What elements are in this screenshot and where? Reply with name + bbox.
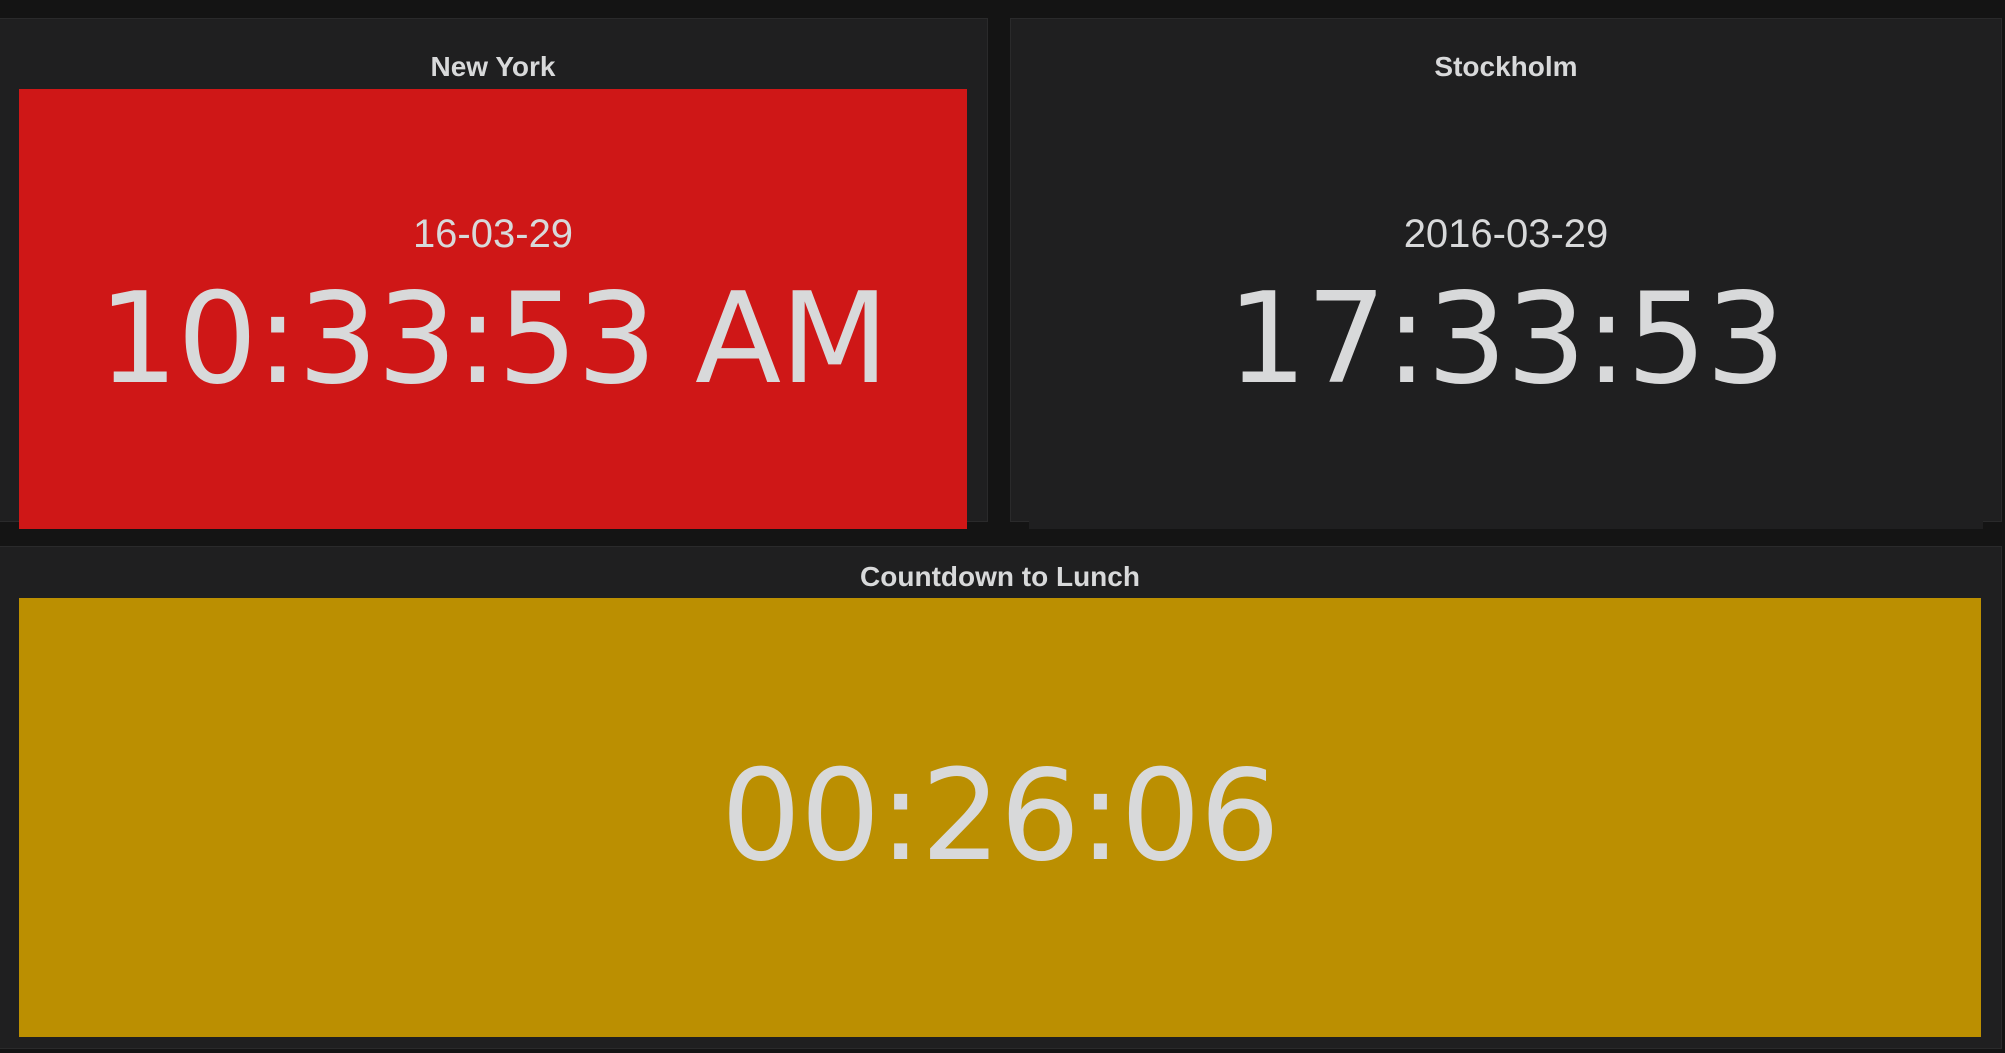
countdown-display: 00:26:06	[19, 598, 1981, 1037]
clock-dashboard: New York 16-03-29 10:33:53 AM Stockholm …	[0, 0, 2005, 1053]
panel-title[interactable]: Stockholm	[1011, 51, 2001, 83]
countdown-panel[interactable]: Countdown to Lunch 00:26:06	[0, 546, 2002, 1049]
clock-display: 16-03-29 10:33:53 AM	[19, 89, 967, 529]
countdown-text: 00:26:06	[721, 742, 1280, 889]
time-text: 17:33:53	[1227, 265, 1786, 412]
panel-title[interactable]: Countdown to Lunch	[0, 561, 2001, 593]
date-text: 16-03-29	[412, 212, 574, 256]
stockholm-clock-panel[interactable]: Stockholm 2016-03-29 17:33:53	[1010, 18, 2002, 529]
clock-display: 2016-03-29 17:33:53	[1029, 89, 1983, 529]
panel-title[interactable]: New York	[0, 51, 987, 83]
time-text: 10:33:53 AM	[98, 265, 889, 412]
new-york-clock-panel[interactable]: New York 16-03-29 10:33:53 AM	[0, 18, 988, 529]
date-text: 2016-03-29	[1403, 212, 1609, 256]
